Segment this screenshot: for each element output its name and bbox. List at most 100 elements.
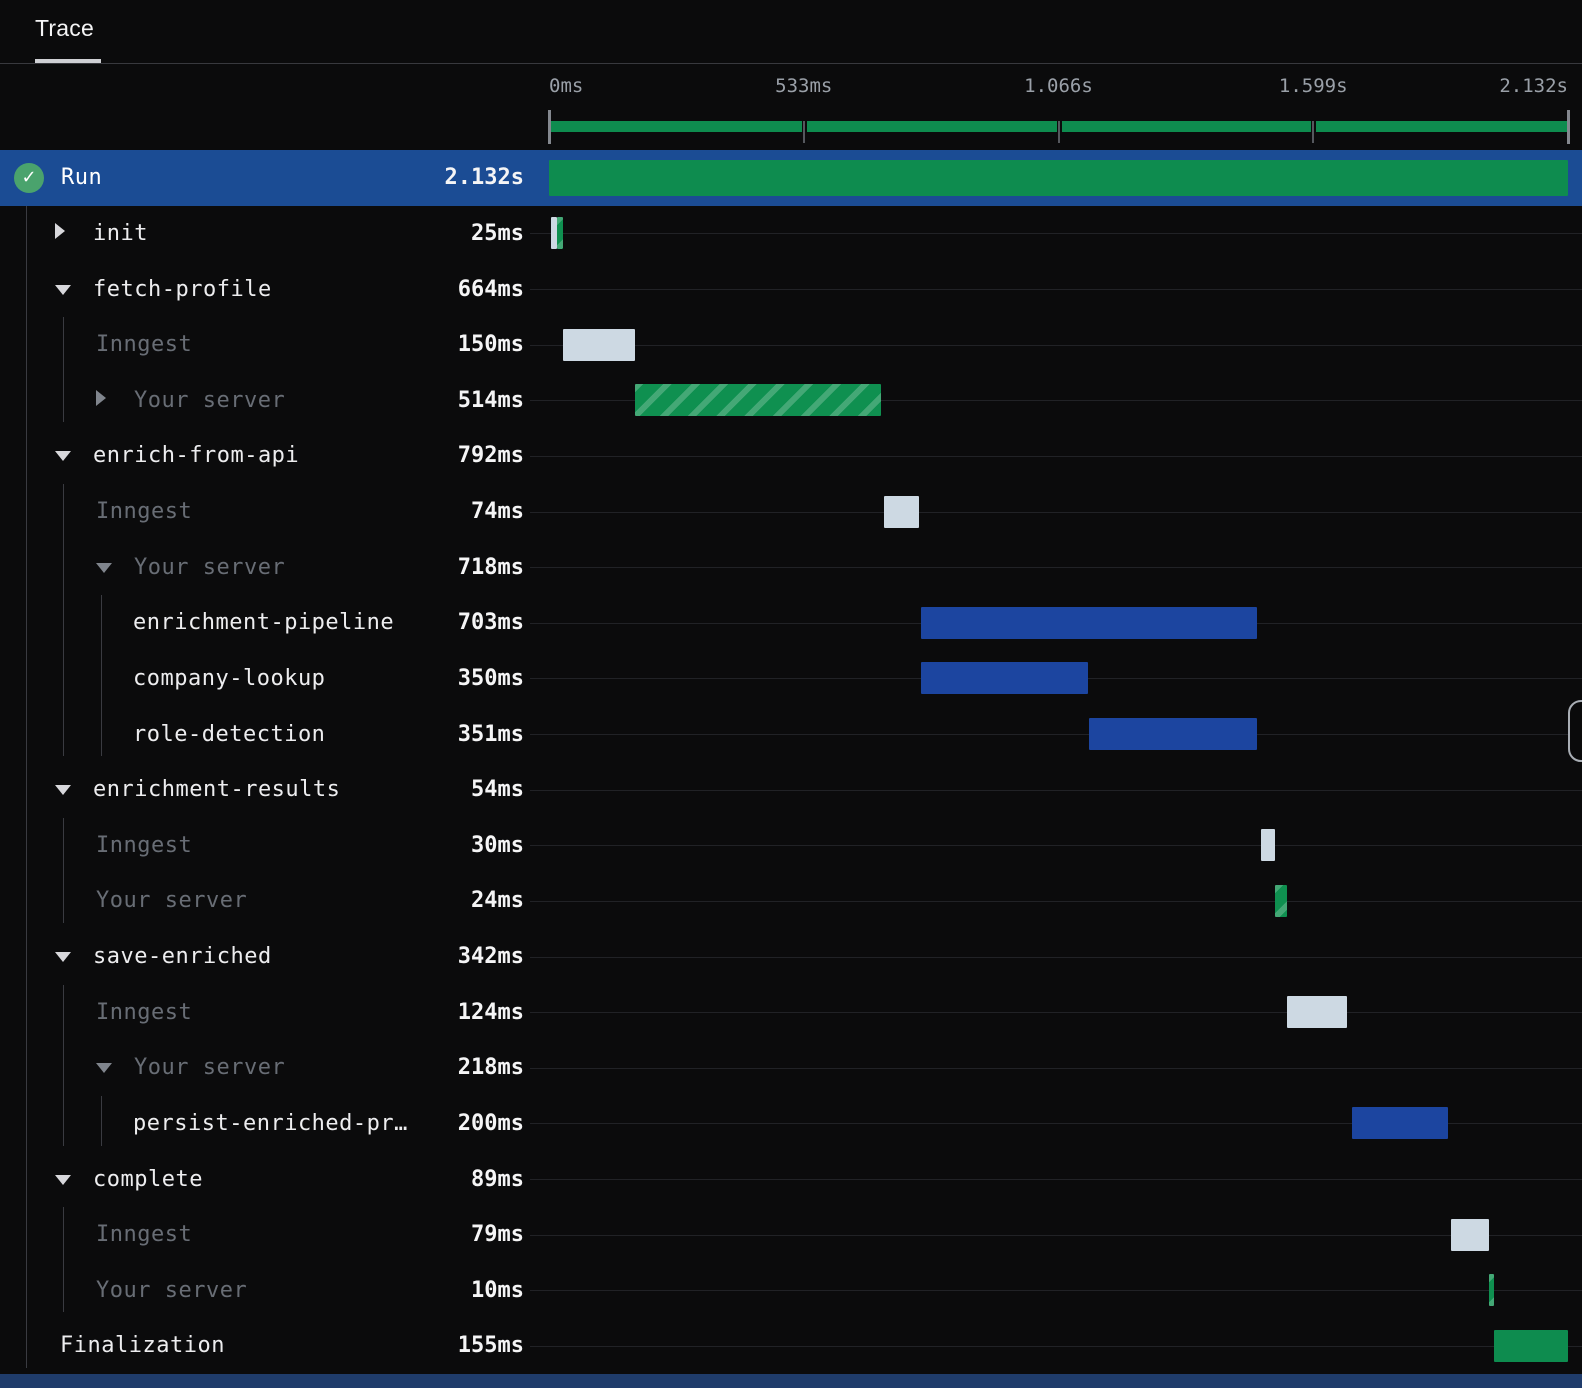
span-duration: 218ms [457, 1055, 524, 1081]
trace-row[interactable]: enrichment-results 54ms [0, 762, 1582, 818]
span-track [549, 1040, 1568, 1096]
span-label: Inngest [96, 499, 193, 525]
trace-row[interactable]: role-detection 351ms [0, 706, 1582, 762]
tree-guide-line [63, 483, 64, 757]
timeline-tick-label: 1.599s [1278, 75, 1348, 97]
tab-trace[interactable]: Trace [35, 15, 94, 42]
span-label: Inngest [96, 832, 193, 858]
trace-row[interactable]: complete 89ms [0, 1151, 1582, 1207]
span-duration: 703ms [457, 610, 524, 636]
trace-row[interactable]: enrichment-pipeline 703ms [0, 595, 1582, 651]
minimap-tick [548, 110, 551, 144]
minimap-tick [1312, 121, 1315, 143]
span-bar-step[interactable] [920, 606, 1257, 639]
span-left-cell: Inngest 30ms [0, 818, 530, 874]
trace-row[interactable]: Inngest 124ms [0, 984, 1582, 1040]
span-label: company-lookup [133, 665, 326, 691]
trace-row[interactable]: save-enriched 342ms [0, 929, 1582, 985]
span-bar-inngest[interactable] [563, 328, 636, 361]
chevron-down-icon[interactable] [55, 780, 71, 799]
span-left-cell: Your server 10ms [0, 1263, 530, 1319]
span-duration: 150ms [457, 332, 524, 358]
span-left-cell: Inngest 124ms [0, 984, 530, 1040]
span-track [549, 1151, 1568, 1207]
span-bar-server[interactable] [1275, 884, 1287, 917]
span-left-cell: enrichment-results 54ms [0, 762, 530, 818]
span-bar-final[interactable] [1493, 1329, 1568, 1362]
span-bar-step[interactable] [1351, 1107, 1448, 1140]
trace-row[interactable]: Your server 10ms [0, 1263, 1582, 1319]
span-bar-server[interactable] [557, 217, 564, 250]
span-left-cell: init 25ms [0, 206, 530, 262]
tree-guide-line [63, 817, 64, 923]
trace-row[interactable]: fetch-profile 664ms [0, 261, 1582, 317]
run-row[interactable]: ✓ Run 2.132s [0, 150, 1582, 206]
span-label: Inngest [96, 1222, 193, 1248]
trace-row[interactable]: Your server 514ms [0, 373, 1582, 429]
span-track [549, 206, 1568, 262]
trace-row[interactable]: Inngest 74ms [0, 484, 1582, 540]
span-track [549, 873, 1568, 929]
run-duration: 2.132s [444, 165, 524, 191]
timeline-header: 0ms 533ms 1.066s 1.599s 2.132s [0, 63, 1582, 150]
trace-row[interactable]: Your server 218ms [0, 1040, 1582, 1096]
span-bar-server[interactable] [635, 384, 881, 417]
chevron-down-icon[interactable] [55, 1170, 71, 1189]
span-bar-inngest[interactable] [883, 495, 919, 528]
span-track [549, 1318, 1568, 1374]
trace-row[interactable]: Inngest 150ms [0, 317, 1582, 373]
span-left-cell: Inngest 79ms [0, 1207, 530, 1263]
span-track [549, 373, 1568, 429]
chevron-right-icon[interactable] [55, 223, 69, 243]
chevron-down-icon[interactable] [96, 1058, 112, 1077]
span-left-cell: enrich-from-api 792ms [0, 428, 530, 484]
span-label: Your server [96, 888, 248, 914]
minimap-tick [1567, 110, 1570, 144]
span-bar-step[interactable] [1089, 718, 1257, 751]
chevron-right-icon[interactable] [96, 390, 110, 410]
span-left-cell: save-enriched 342ms [0, 929, 530, 985]
trace-row[interactable]: Inngest 79ms [0, 1207, 1582, 1263]
scroll-pill[interactable] [1568, 700, 1582, 762]
trace-row[interactable]: Your server 24ms [0, 873, 1582, 929]
span-duration: 79ms [471, 1222, 524, 1248]
run-track [549, 150, 1568, 206]
span-duration: 155ms [457, 1333, 524, 1359]
chevron-down-icon[interactable] [55, 280, 71, 299]
span-bar-server[interactable] [1489, 1274, 1494, 1307]
span-bar-inngest[interactable] [1451, 1218, 1490, 1251]
trace-row[interactable]: init 25ms [0, 206, 1582, 262]
span-track [549, 1096, 1568, 1152]
span-duration: 25ms [471, 220, 524, 246]
trace-row[interactable]: enrich-from-api 792ms [0, 428, 1582, 484]
span-left-cell: Inngest 74ms [0, 484, 530, 540]
tab-bar: Trace [0, 0, 1582, 64]
span-label: enrich-from-api [93, 443, 300, 469]
span-left-cell: company-lookup 350ms [0, 651, 530, 707]
span-bar-step[interactable] [920, 662, 1089, 695]
span-label: enrichment-pipeline [133, 610, 395, 636]
span-label: save-enriched [93, 944, 272, 970]
trace-row[interactable]: Your server 718ms [0, 539, 1582, 595]
span-duration: 664ms [457, 276, 524, 302]
chevron-down-icon[interactable] [96, 558, 112, 577]
span-left-cell: Finalization 155ms [0, 1318, 530, 1374]
trace-row[interactable]: Finalization 155ms [0, 1318, 1582, 1374]
run-left-cell: ✓ Run 2.132s [0, 150, 530, 206]
span-duration: 342ms [457, 944, 524, 970]
span-label: Your server [134, 554, 286, 580]
span-track [549, 706, 1568, 762]
span-label: enrichment-results [93, 777, 341, 803]
run-bar[interactable] [549, 159, 1568, 196]
trace-row[interactable]: persist-enriched-pr… 200ms [0, 1096, 1582, 1152]
span-bar-inngest[interactable] [1287, 996, 1347, 1029]
span-track [549, 261, 1568, 317]
trace-row[interactable]: company-lookup 350ms [0, 651, 1582, 707]
chevron-down-icon[interactable] [55, 446, 71, 465]
span-bar-inngest[interactable] [1261, 829, 1276, 862]
chevron-down-icon[interactable] [55, 947, 71, 966]
span-track [549, 1207, 1568, 1263]
span-duration: 54ms [471, 777, 524, 803]
trace-row[interactable]: Inngest 30ms [0, 818, 1582, 874]
span-label: Inngest [96, 332, 193, 358]
